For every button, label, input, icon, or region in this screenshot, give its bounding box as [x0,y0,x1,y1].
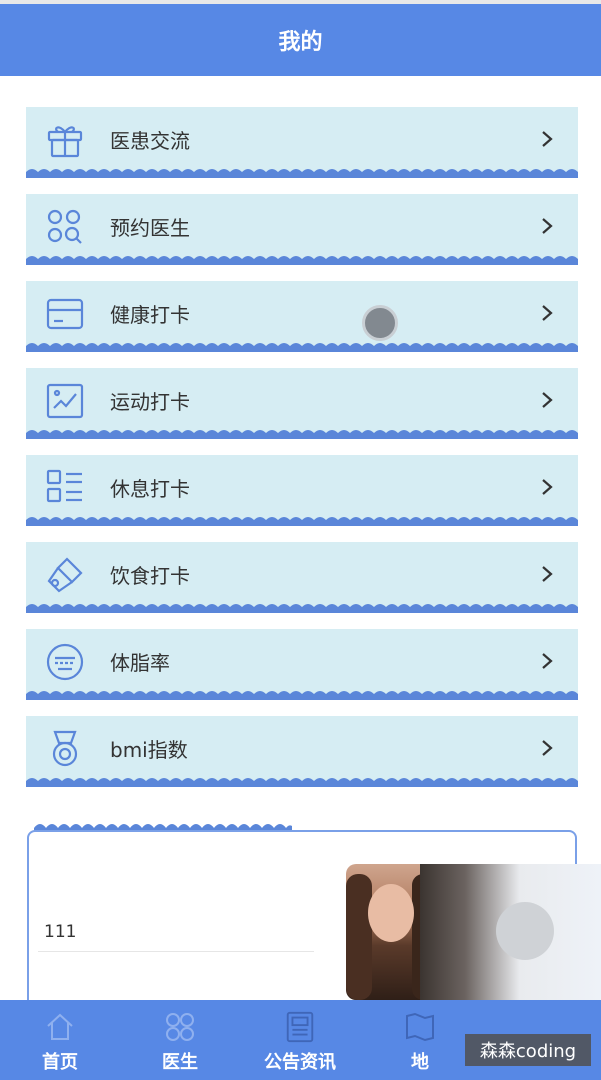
chevron-right-icon [542,131,553,147]
chevron-right-icon [542,653,553,669]
scallop-border [26,691,578,700]
tab-label: 首页 [42,1052,78,1073]
avatar-hair [346,874,372,1000]
news-icon [283,1010,317,1044]
home-icon [43,1010,77,1044]
menu-item-book-doctor[interactable]: 预约医生 [26,194,578,265]
menu-item-rest-checkin[interactable]: 休息打卡 [26,455,578,526]
menu-item-exercise-checkin[interactable]: 运动打卡 [26,368,578,439]
brush-icon [44,554,86,596]
tab-doctor[interactable]: 医生 [120,1000,240,1080]
chevron-right-icon [542,392,553,408]
watermark: 森森coding [465,1034,591,1066]
chevron-right-icon [542,218,553,234]
scallop-border [26,343,578,352]
menu-item-health-checkin[interactable]: 健康打卡 [26,281,578,352]
blurred-circle [496,902,554,960]
scallop-border [26,604,578,613]
page-header: 我的 [0,4,601,76]
scallop-border [26,430,578,439]
card-icon [44,293,86,335]
scallop-border [26,517,578,526]
menu-item-label: 医患交流 [110,129,190,153]
tab-news[interactable]: 公告资讯 [240,1000,360,1080]
keyboard-icon [44,641,86,683]
tab-label: 地 [411,1052,429,1073]
menu-item-body-fat[interactable]: 体脂率 [26,629,578,700]
avatar-face [368,884,414,942]
gift-icon [44,119,86,161]
divider [38,951,314,952]
apps-search-icon [44,206,86,248]
tab-map[interactable]: 地 [360,1000,480,1080]
tab-label: 公告资讯 [264,1052,336,1073]
chevron-right-icon [542,566,553,582]
menu-item-label: 休息打卡 [110,477,190,501]
user-info-value: 111 [44,922,77,942]
scallop-border [26,169,578,178]
tab-home[interactable]: 首页 [0,1000,120,1080]
menu-item-bmi[interactable]: bmi指数 [26,716,578,787]
apps-icon [163,1010,197,1044]
scallop-border [26,256,578,265]
menu-item-label: 运动打卡 [110,390,190,414]
menu-list: 医患交流 预约医生 健康打卡 运动打卡 休息打卡 饮食打卡 体脂率 bmi指数 [26,107,578,803]
chevron-right-icon [542,740,553,756]
chart-icon [44,380,86,422]
page-title: 我的 [278,30,323,55]
tab-label: 医生 [162,1052,198,1073]
scallop-border [26,778,578,787]
chevron-right-icon [542,305,553,321]
map-icon [403,1010,437,1044]
menu-item-label: 体脂率 [110,651,170,675]
medal-icon [44,728,86,770]
menu-item-label: 饮食打卡 [110,564,190,588]
touch-cursor-indicator [362,305,398,341]
menu-item-label: bmi指数 [110,738,188,762]
list-icon [44,467,86,509]
chevron-right-icon [542,479,553,495]
menu-item-label: 健康打卡 [110,303,190,327]
menu-item-doctor-patient[interactable]: 医患交流 [26,107,578,178]
menu-item-diet-checkin[interactable]: 饮食打卡 [26,542,578,613]
menu-item-label: 预约医生 [110,216,190,240]
blurred-video-overlay [420,864,601,1014]
